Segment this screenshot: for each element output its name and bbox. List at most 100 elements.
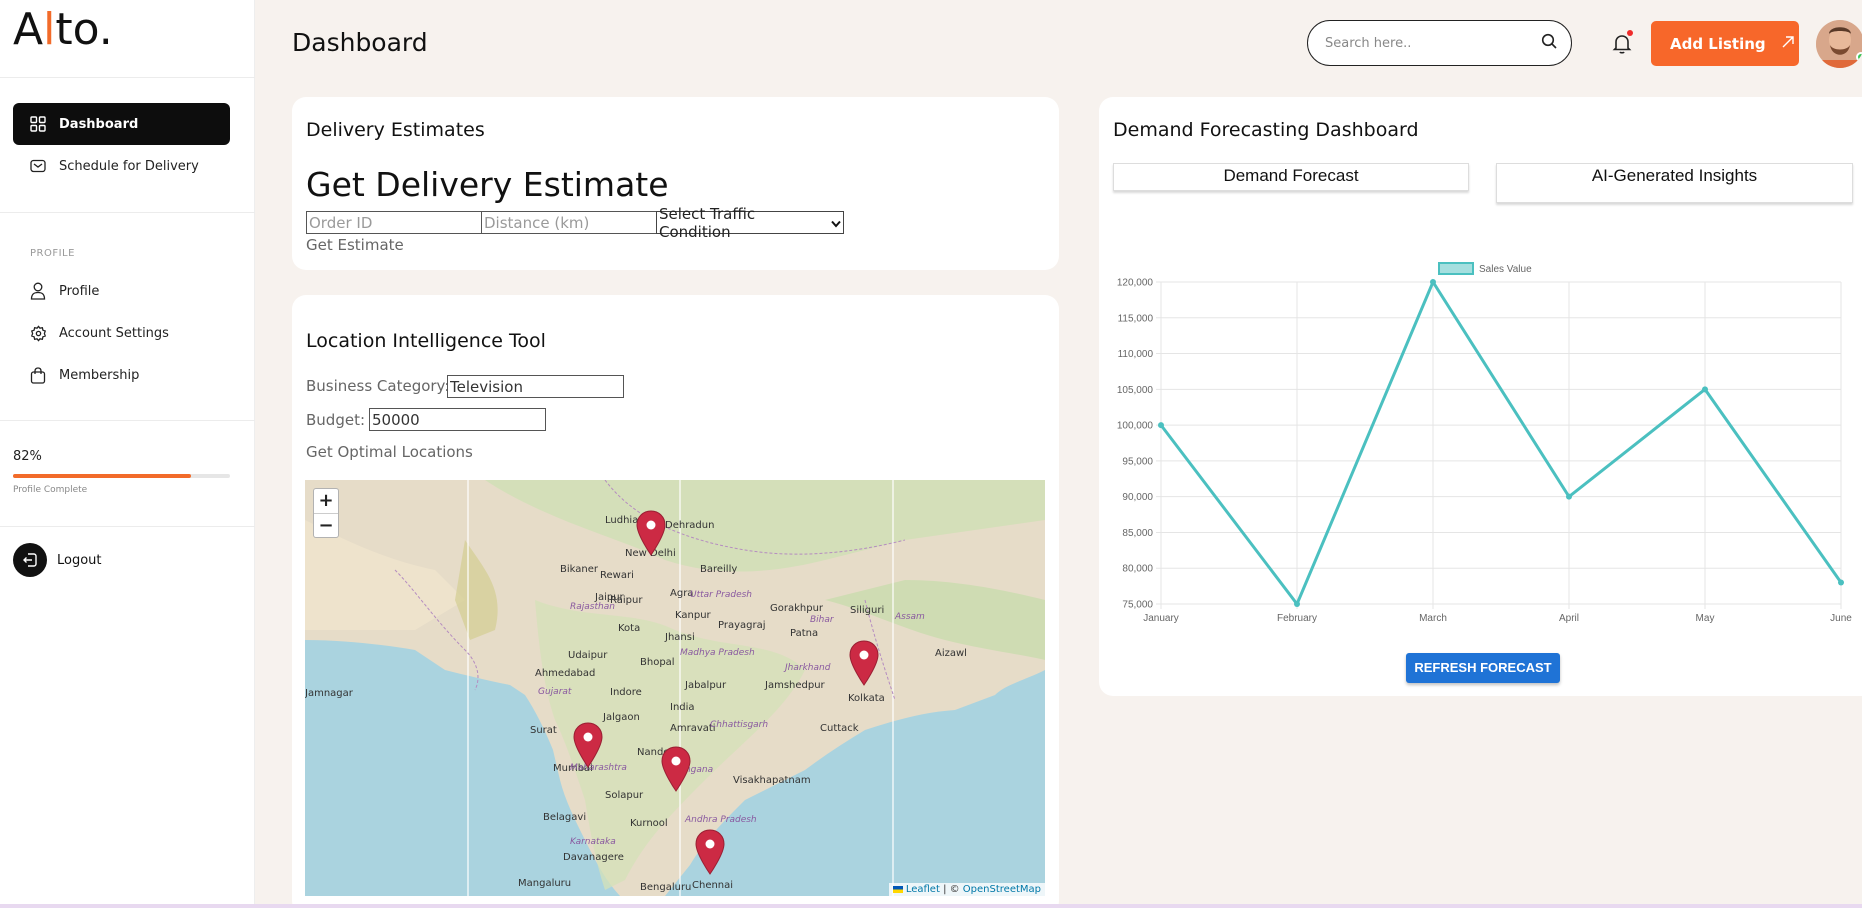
sidebar-item-account-settings[interactable]: Account Settings <box>13 312 230 354</box>
business-category-input[interactable] <box>447 375 624 398</box>
brand-logo[interactable]: Alto. <box>13 4 113 55</box>
zoom-in-button[interactable]: + <box>314 489 338 513</box>
card-title: Location Intelligence Tool <box>306 330 546 352</box>
logout-button[interactable]: Logout <box>13 543 102 577</box>
add-listing-button[interactable]: Add Listing <box>1651 21 1799 66</box>
map-city-label: Patna <box>790 628 819 639</box>
map-marker-icon[interactable] <box>661 746 691 792</box>
get-estimate-link[interactable]: Get Estimate <box>306 236 404 254</box>
bag-icon <box>29 366 47 384</box>
map-city-label: Aizawl <box>935 648 967 659</box>
traffic-condition-select[interactable]: Select Traffic Condition <box>656 205 844 241</box>
map-city-label: Bareilly <box>700 564 738 575</box>
map-marker-icon[interactable] <box>636 510 666 556</box>
notification-bell-icon[interactable] <box>1610 30 1634 55</box>
sidebar-item-dashboard[interactable]: Dashboard <box>13 103 230 145</box>
search-icon[interactable] <box>1541 33 1557 53</box>
chevron-down-icon <box>831 214 841 232</box>
sidebar-item-profile[interactable]: Profile <box>13 270 230 312</box>
map-city-label: Davanagere <box>563 852 624 863</box>
chart-data-point <box>1838 579 1844 586</box>
refresh-forecast-button[interactable]: REFRESH FORECAST <box>1406 653 1560 683</box>
map-city-label: Visakhapatnam <box>733 775 811 786</box>
chart-y-tick-label: 110,000 <box>1118 349 1154 360</box>
map-region-label: Uttar Pradesh <box>690 590 753 600</box>
map-marker-icon[interactable] <box>849 640 879 686</box>
map-city-label: Kanpur <box>675 610 711 621</box>
chart-x-tick-label: April <box>1559 613 1579 624</box>
divider <box>0 212 255 213</box>
map-city-label: Prayagraj <box>718 620 766 631</box>
get-optimal-locations-link[interactable]: Get Optimal Locations <box>306 443 473 461</box>
profile-progress-caption: Profile Complete <box>13 485 88 495</box>
map-city-label: Mangaluru <box>518 878 572 889</box>
sidebar-item-schedule[interactable]: Schedule for Delivery <box>13 145 230 187</box>
map-city-label: Chennai <box>692 880 734 891</box>
map-city-label: Jamshedpur <box>765 680 825 691</box>
add-listing-label: Add Listing <box>1670 34 1766 53</box>
budget-label: Budget: <box>306 411 366 429</box>
map-city-label: Siliguri <box>850 605 885 616</box>
gear-icon <box>29 324 47 342</box>
card-title: Demand Forecasting Dashboard <box>1113 119 1419 141</box>
map-region-label: Andhra Pradesh <box>685 815 757 825</box>
map-city-label: Jalgaon <box>603 712 640 723</box>
map-city-label: Rewari <box>600 570 634 581</box>
map-city-label: Bengaluru <box>640 882 692 893</box>
sidebar-item-label: Dashboard <box>59 116 139 132</box>
zoom-out-button[interactable]: − <box>314 513 338 537</box>
divider <box>0 420 255 421</box>
chart-y-tick-label: 120,000 <box>1117 278 1154 289</box>
sidebar-item-label: Account Settings <box>59 325 169 341</box>
chart-x-tick-label: May <box>1696 613 1715 624</box>
openstreetmap-link[interactable]: OpenStreetMap <box>963 884 1041 895</box>
user-icon <box>29 282 47 300</box>
chart-data-point <box>1566 493 1572 500</box>
profile-progress-fill <box>13 474 191 478</box>
tab-demand-forecast[interactable]: Demand Forecast <box>1113 163 1469 191</box>
online-status-dot <box>1856 52 1862 62</box>
profile-progress-bar <box>13 474 230 478</box>
divider <box>0 526 255 527</box>
profile-section-label: PROFILE <box>30 248 75 259</box>
map-city-label: Udaipur <box>568 650 608 661</box>
map-attribution: Leaflet | © OpenStreetMap <box>888 883 1045 896</box>
attribution-separator: | © <box>939 884 963 895</box>
map-city-label: Bhopal <box>640 657 675 668</box>
chart-x-tick-label: June <box>1830 613 1852 624</box>
sidebar-item-membership[interactable]: Membership <box>13 354 230 396</box>
distance-input[interactable] <box>481 211 658 234</box>
map-marker-icon[interactable] <box>695 829 725 875</box>
tab-ai-insights[interactable]: AI-Generated Insights <box>1496 163 1853 203</box>
chart-data-point <box>1294 601 1300 607</box>
divider <box>0 77 255 78</box>
map-region-label: Madhya Pradesh <box>680 648 755 658</box>
location-map[interactable]: Ludhiana Dehradun New Delhi Bareilly Bik… <box>305 480 1045 896</box>
map-city-label: Bikaner <box>560 564 598 575</box>
map-region-label: Gujarat <box>538 687 572 697</box>
user-avatar[interactable] <box>1816 20 1862 68</box>
business-category-label: Business Category: <box>306 377 450 395</box>
chart-x-tick-label: January <box>1143 613 1179 624</box>
grid-icon <box>29 115 47 133</box>
chart-data-point <box>1430 279 1436 285</box>
map-marker-icon[interactable] <box>573 722 603 768</box>
delivery-estimates-card: Delivery Estimates Get Delivery Estimate… <box>292 97 1059 270</box>
map-city-label: Cuttack <box>820 723 859 734</box>
map-city-label: Surat <box>530 725 557 736</box>
budget-input[interactable] <box>369 408 546 431</box>
map-region-label: Rajasthan <box>570 602 615 612</box>
logout-icon <box>13 543 47 577</box>
order-id-input[interactable] <box>306 211 483 234</box>
leaflet-link[interactable]: Leaflet <box>906 884 940 895</box>
map-region-label: Karnataka <box>570 837 616 847</box>
map-city-label: Solapur <box>605 790 644 801</box>
chart-y-tick-label: 90,000 <box>1122 492 1153 503</box>
search-box[interactable] <box>1307 20 1572 66</box>
chart-data-point <box>1158 422 1164 429</box>
map-city-label: Indore <box>610 687 642 698</box>
map-city-label: Kurnool <box>630 818 668 829</box>
search-input[interactable] <box>1325 35 1541 51</box>
map-city-label: Kolkata <box>848 693 885 704</box>
sidebar-item-label: Membership <box>59 367 140 383</box>
